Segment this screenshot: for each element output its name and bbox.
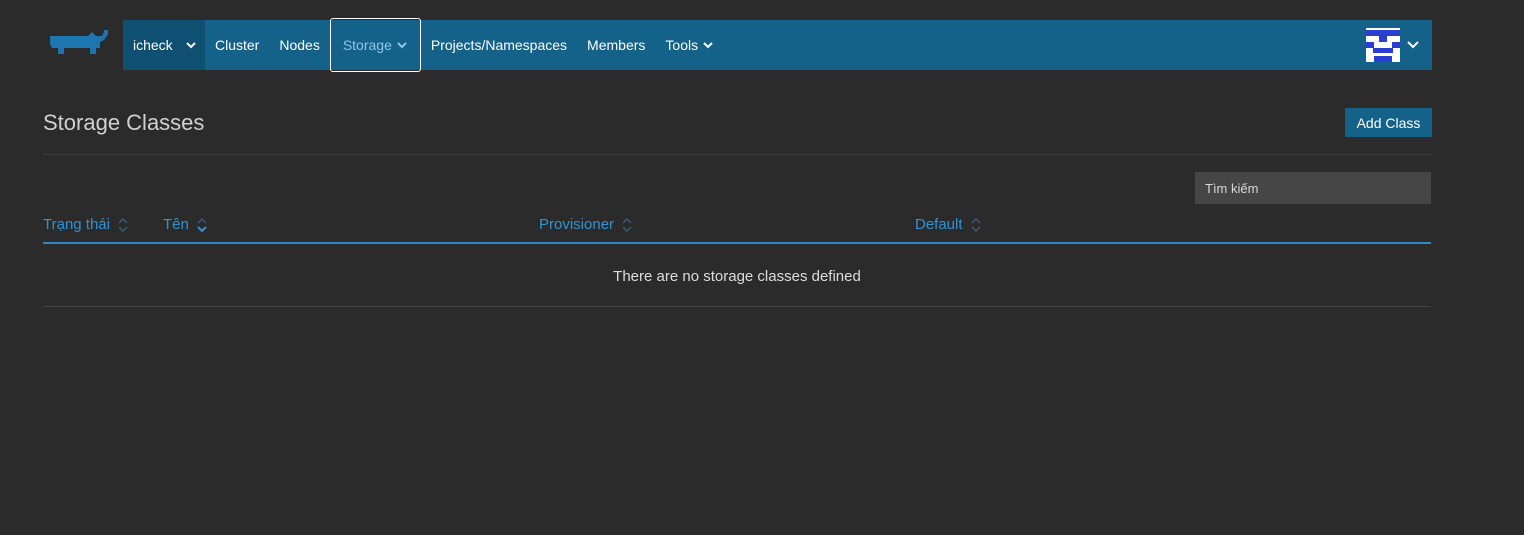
column-header-default[interactable]: Default: [915, 216, 981, 233]
sort-icon: [622, 217, 632, 232]
top-nav: icheck Cluster Nodes Storage Projects/Na…: [123, 18, 1432, 72]
nav-tools[interactable]: Tools: [655, 20, 724, 70]
nav-members-label: Members: [587, 37, 646, 53]
column-header-name[interactable]: Tên: [163, 216, 207, 233]
column-default-label: Default: [915, 216, 963, 233]
sort-icon: [971, 217, 981, 232]
empty-table-row: There are no storage classes defined: [43, 246, 1431, 307]
sort-icon: [197, 217, 207, 232]
chevron-down-icon[interactable]: [1406, 38, 1420, 52]
header-divider: [43, 154, 1432, 155]
nav-nodes-label: Nodes: [279, 37, 320, 53]
table-header: Trạng thái Tên Provisioner Default: [43, 214, 1431, 244]
column-state-label: Trạng thái: [43, 216, 110, 233]
cluster-name: icheck: [133, 37, 173, 53]
nav-projects[interactable]: Projects/Namespaces: [421, 20, 577, 70]
column-provisioner-label: Provisioner: [539, 216, 615, 233]
nav-nodes[interactable]: Nodes: [269, 20, 329, 70]
nav-projects-label: Projects/Namespaces: [430, 37, 568, 53]
column-name-label: Tên: [163, 216, 189, 233]
nav-storage-label: Storage: [342, 37, 392, 53]
nav-storage[interactable]: Storage: [329, 18, 421, 72]
nav-cluster-label: Cluster: [215, 37, 260, 53]
add-class-button[interactable]: Add Class: [1345, 108, 1432, 137]
chevron-down-icon: [185, 39, 197, 51]
search-input[interactable]: [1195, 172, 1431, 204]
page-title: Storage Classes: [43, 110, 205, 135]
cluster-switcher[interactable]: icheck: [123, 20, 205, 70]
empty-message: There are no storage classes defined: [613, 267, 861, 285]
rancher-logo[interactable]: [42, 28, 112, 62]
nav-members[interactable]: Members: [577, 20, 655, 70]
nav-tools-label: Tools: [665, 37, 699, 53]
column-header-provisioner[interactable]: Provisioner: [539, 216, 632, 233]
chevron-down-icon: [396, 39, 408, 51]
column-header-state[interactable]: Trạng thái: [43, 216, 128, 233]
avatar[interactable]: [1366, 28, 1400, 62]
user-menu[interactable]: [1366, 20, 1432, 70]
nav-cluster[interactable]: Cluster: [205, 20, 269, 70]
sort-icon: [118, 217, 128, 232]
chevron-down-icon: [702, 39, 714, 51]
